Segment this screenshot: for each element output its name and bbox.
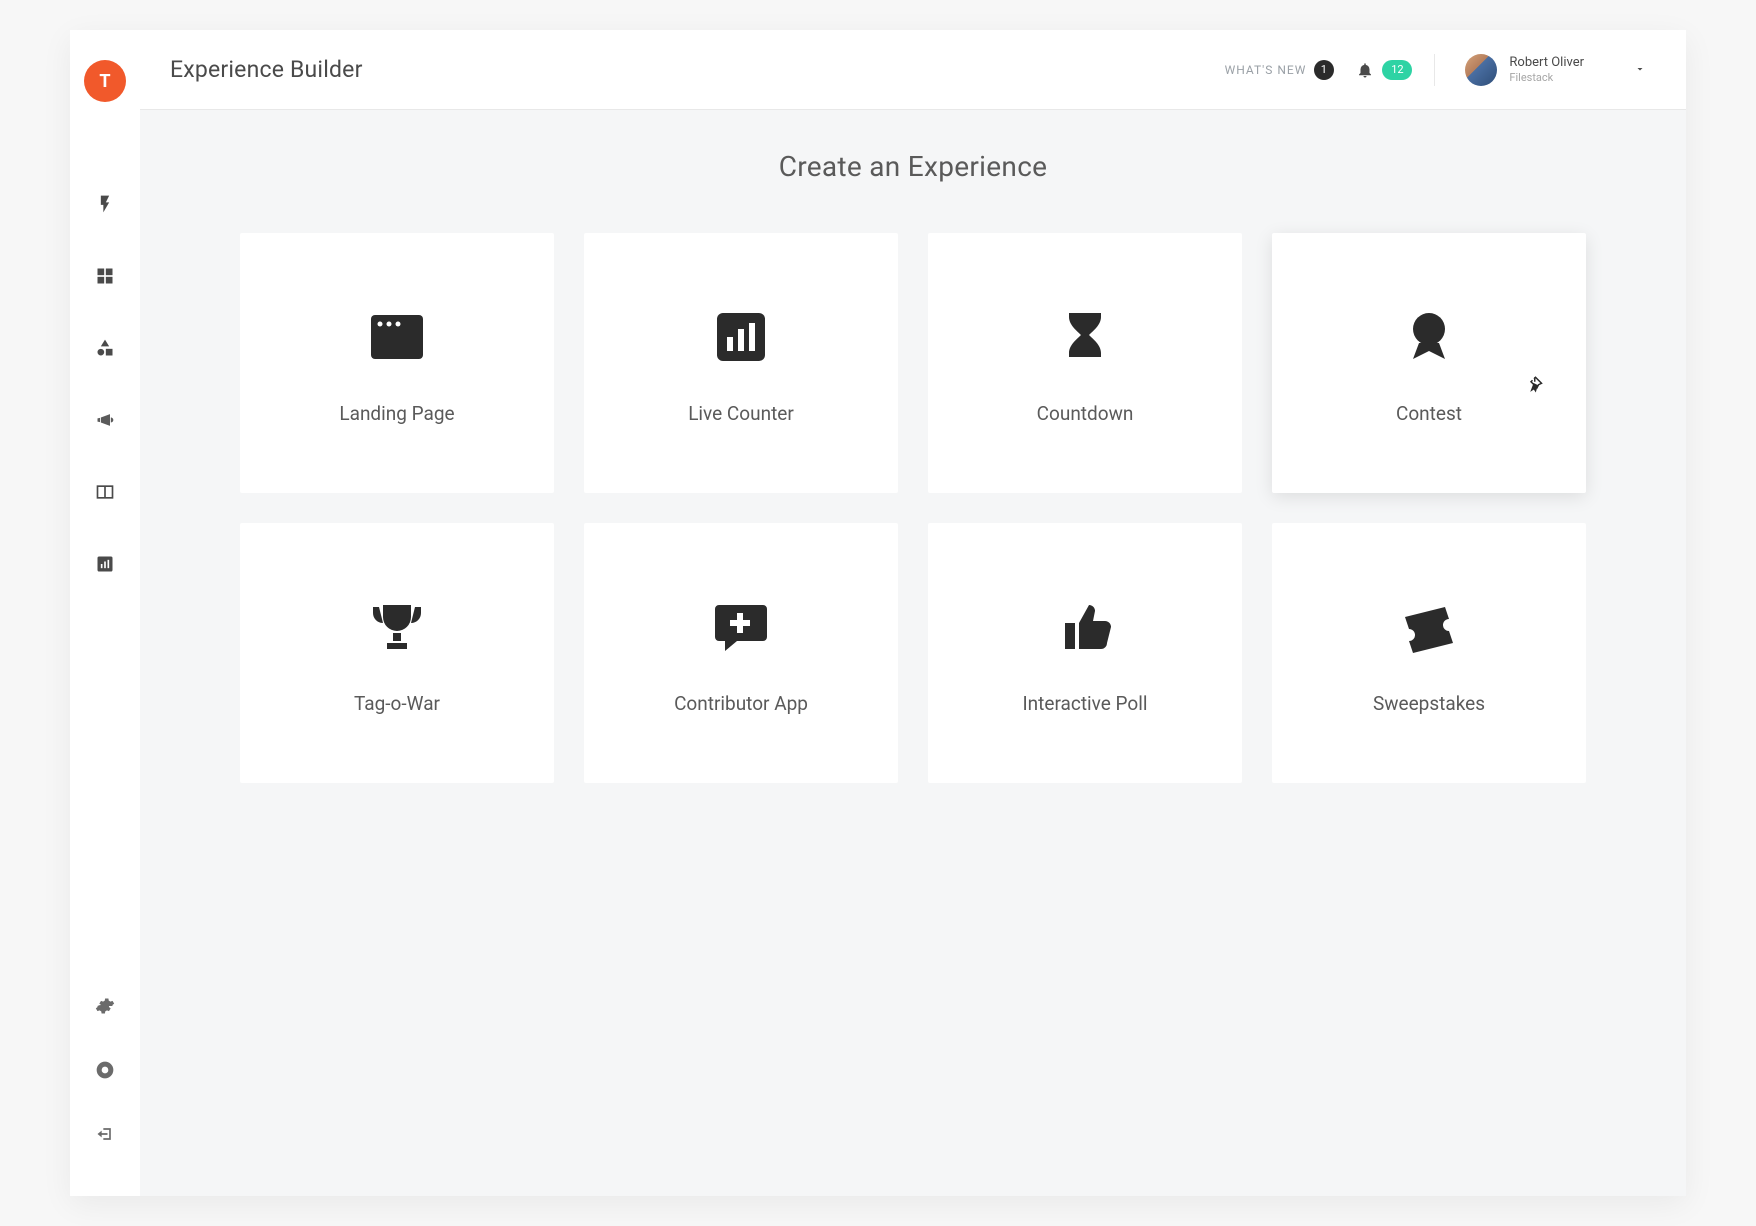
- user-company: Filestack: [1509, 71, 1584, 84]
- sidebar-item-columns[interactable]: [93, 480, 117, 504]
- bell-icon: [1356, 61, 1374, 79]
- grid-icon: [95, 266, 115, 286]
- bolt-icon: [95, 194, 115, 214]
- header-right: WHAT'S NEW 1 12 Robert Oliver Filestack: [1225, 54, 1656, 86]
- award-icon: [1394, 302, 1464, 372]
- card-live-counter[interactable]: Live Counter: [584, 233, 898, 493]
- card-label: Landing Page: [339, 402, 454, 425]
- experience-grid: Landing Page Live Counter Countdown: [240, 233, 1586, 783]
- header: Experience Builder WHAT'S NEW 1 12 Rober…: [140, 30, 1686, 110]
- sidebar-item-grid[interactable]: [93, 264, 117, 288]
- cursor-icon: [1528, 375, 1546, 393]
- card-interactive-poll[interactable]: Interactive Poll: [928, 523, 1242, 783]
- card-landing-page[interactable]: Landing Page: [240, 233, 554, 493]
- logo-letter: T: [99, 71, 110, 92]
- card-tag-o-war[interactable]: Tag-o-War: [240, 523, 554, 783]
- gear-icon: [95, 996, 115, 1016]
- card-label: Contest: [1396, 402, 1462, 425]
- app-root: T: [70, 30, 1686, 1196]
- trophy-icon: [362, 592, 432, 662]
- shapes-icon: [95, 338, 115, 358]
- card-contest[interactable]: Contest: [1272, 233, 1586, 493]
- card-label: Interactive Poll: [1023, 692, 1148, 715]
- whats-new-badge: 1: [1314, 60, 1334, 80]
- thumbs-up-icon: [1050, 592, 1120, 662]
- card-label: Tag-o-War: [354, 692, 440, 715]
- megaphone-icon: [95, 410, 115, 430]
- sidebar-item-help[interactable]: [93, 1058, 117, 1082]
- chart-icon: [706, 302, 776, 372]
- chevron-down-icon: [1634, 60, 1646, 79]
- notifications-button[interactable]: 12: [1356, 60, 1412, 80]
- user-menu[interactable]: Robert Oliver Filestack: [1434, 54, 1656, 86]
- sidebar-item-shapes[interactable]: [93, 336, 117, 360]
- notif-badge: 12: [1382, 60, 1412, 80]
- content-title: Create an Experience: [240, 150, 1586, 183]
- whats-new-link[interactable]: WHAT'S NEW 1: [1225, 60, 1335, 80]
- user-name: Robert Oliver: [1509, 55, 1584, 71]
- main-area: Experience Builder WHAT'S NEW 1 12 Rober…: [140, 30, 1686, 1196]
- card-contributor-app[interactable]: Contributor App: [584, 523, 898, 783]
- sidebar-item-logout[interactable]: [93, 1122, 117, 1146]
- card-countdown[interactable]: Countdown: [928, 233, 1242, 493]
- sidebar-item-settings[interactable]: [93, 994, 117, 1018]
- sidebar-bottom: [93, 994, 117, 1196]
- avatar: [1465, 54, 1497, 86]
- sidebar-item-megaphone[interactable]: [93, 408, 117, 432]
- sidebar-nav: [93, 192, 117, 994]
- card-label: Contributor App: [674, 692, 808, 715]
- bar-chart-icon: [95, 554, 115, 574]
- sidebar-item-bar-chart[interactable]: [93, 552, 117, 576]
- whats-new-label: WHAT'S NEW: [1225, 63, 1307, 77]
- app-logo[interactable]: T: [84, 60, 126, 102]
- sidebar-item-bolt[interactable]: [93, 192, 117, 216]
- ticket-icon: [1394, 592, 1464, 662]
- card-label: Countdown: [1037, 402, 1134, 425]
- browser-icon: [362, 302, 432, 372]
- card-label: Live Counter: [688, 402, 794, 425]
- card-label: Sweepstakes: [1373, 692, 1485, 715]
- logout-icon: [95, 1124, 115, 1144]
- help-icon: [95, 1060, 115, 1080]
- content: Create an Experience Landing Page Live C…: [140, 110, 1686, 1196]
- card-sweepstakes[interactable]: Sweepstakes: [1272, 523, 1586, 783]
- hourglass-icon: [1050, 302, 1120, 372]
- page-title: Experience Builder: [170, 56, 363, 83]
- sidebar: T: [70, 30, 140, 1196]
- user-info: Robert Oliver Filestack: [1509, 55, 1584, 84]
- columns-icon: [95, 482, 115, 502]
- comment-plus-icon: [706, 592, 776, 662]
